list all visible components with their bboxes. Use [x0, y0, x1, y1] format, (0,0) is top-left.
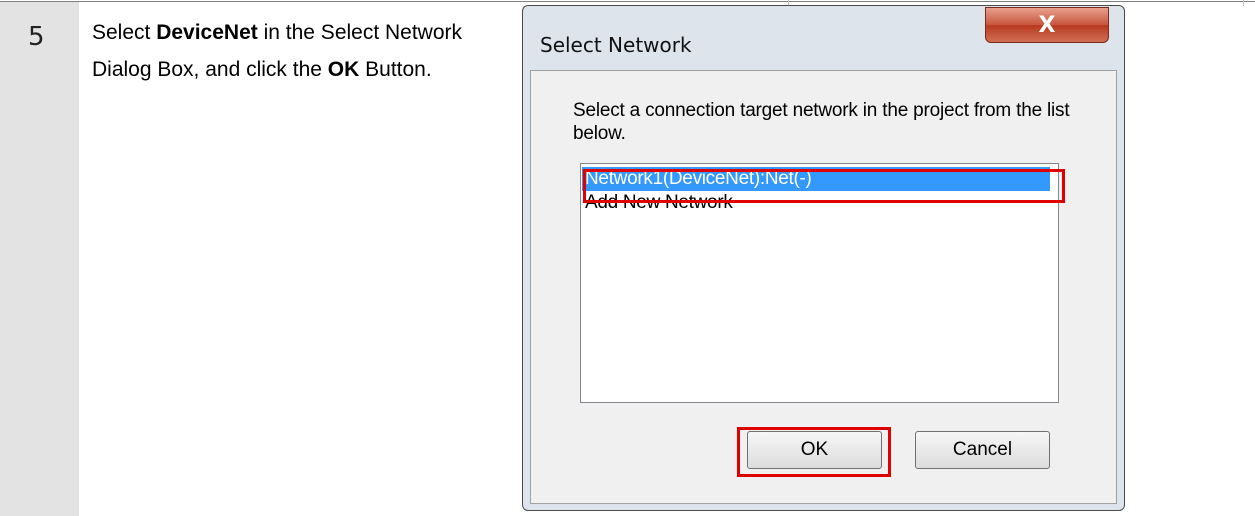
step-instruction: Select DeviceNet in the Select Network D… [92, 14, 492, 88]
dialog-title: Select Network [540, 33, 692, 57]
instruction-emphasis: OK [327, 58, 360, 81]
highlight-box-ok-button [737, 427, 891, 477]
instruction-text: Select [92, 21, 157, 44]
dialog-titlebar[interactable]: Select Network X [523, 6, 1124, 70]
dialog-prompt: Select a connection target network in th… [573, 100, 1070, 144]
top-rule [0, 1, 1255, 2]
dialog-client-area: Select a connection target network in th… [530, 70, 1117, 504]
close-icon: X [1038, 12, 1056, 38]
close-button[interactable]: X [985, 7, 1109, 43]
step-number: 5 [28, 22, 45, 52]
top-rule-tick [1243, 0, 1244, 6]
highlight-box-list-item [583, 169, 1065, 203]
select-network-dialog: Select Network X Select a connection tar… [522, 5, 1125, 511]
step-number-column: 5 [0, 2, 79, 516]
instruction-text: Button. [359, 58, 432, 81]
instruction-emphasis: DeviceNet [156, 21, 258, 44]
cancel-button[interactable]: Cancel [915, 431, 1050, 469]
